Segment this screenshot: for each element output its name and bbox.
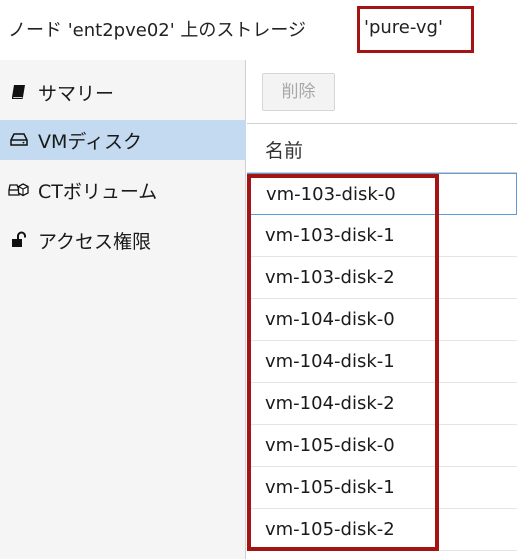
toolbar: 削除 (247, 60, 517, 124)
table-row[interactable]: vm-103-disk-0 (247, 173, 517, 215)
sidebar-item-label: アクセス権限 (38, 230, 152, 253)
sidebar-item-label: VMディスク (38, 130, 143, 153)
table-row[interactable]: vm-105-disk-2 (247, 509, 517, 551)
sidebar-item-permissions[interactable]: アクセス権限 (0, 220, 246, 260)
table-row[interactable]: vm-104-disk-1 (247, 341, 517, 383)
table-row[interactable]: vm-103-disk-1 (247, 215, 517, 257)
storage-name-highlight: 'pure-vg' (357, 6, 474, 53)
ct-volume-icon (0, 182, 38, 198)
disk-list-panel: 削除 名前 vm-103-disk-0 vm-103-disk-1 vm-103… (247, 60, 517, 559)
unlock-icon (0, 231, 38, 249)
hdd-icon (0, 133, 38, 147)
page-header: ノード 'ent2pve02' 上のストレージ 'pure-vg' (0, 0, 517, 60)
sidebar-item-ct-volumes[interactable]: CTボリューム (0, 170, 246, 210)
table-row[interactable]: vm-105-disk-0 (247, 425, 517, 467)
sidebar-item-summary[interactable]: サマリー (0, 72, 246, 112)
table-row[interactable]: vm-103-disk-2 (247, 257, 517, 299)
sidebar-item-vm-disks[interactable]: VMディスク (0, 120, 246, 160)
delete-button[interactable]: 削除 (262, 73, 335, 111)
sidebar-item-label: CTボリューム (38, 180, 158, 203)
book-icon (0, 83, 38, 101)
table-row[interactable]: vm-104-disk-2 (247, 383, 517, 425)
table-row[interactable]: vm-104-disk-0 (247, 299, 517, 341)
sidebar-item-label: サマリー (38, 82, 115, 105)
header-title: ノード 'ent2pve02' 上のストレージ (8, 20, 307, 41)
column-header-name[interactable]: 名前 (247, 124, 517, 173)
sidebar: サマリー VMディスク CTボリューム アクセス権限 (0, 60, 246, 559)
table-row[interactable]: vm-105-disk-1 (247, 467, 517, 509)
column-header-label: 名前 (265, 140, 304, 162)
